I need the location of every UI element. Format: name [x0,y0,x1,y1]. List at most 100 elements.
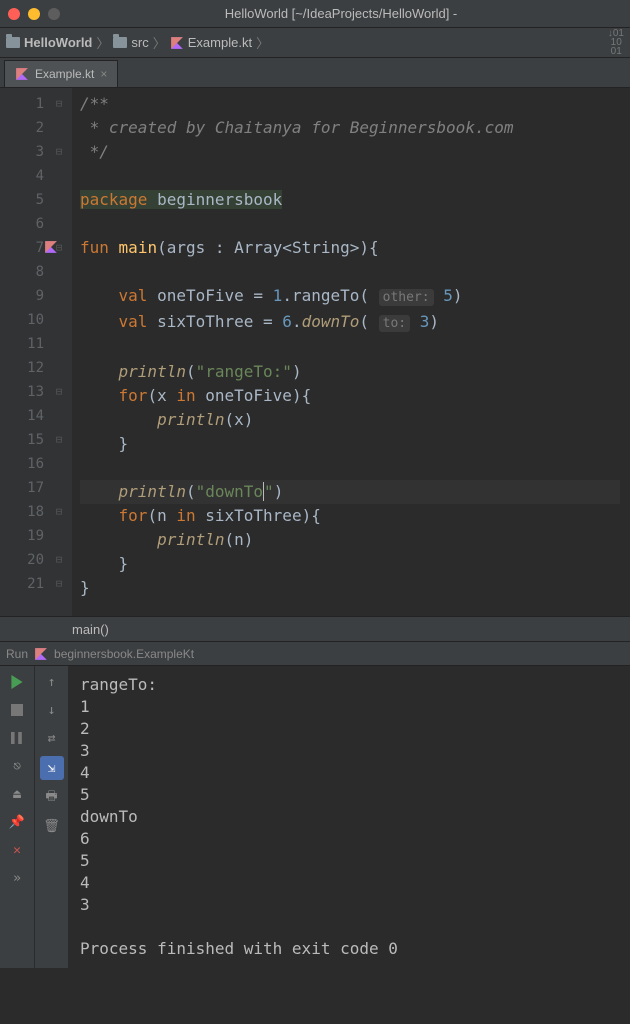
comment: */ [80,142,109,161]
code-text: (n) [225,530,254,549]
breadcrumb-project[interactable]: HelloWorld [6,35,92,50]
line-number: 21 [4,572,44,596]
close-run-button[interactable]: ✕ [7,840,27,860]
stop-button[interactable] [7,700,27,720]
line-number: 15 [4,428,44,452]
line-number: 6 [4,212,44,236]
function-call: println [119,482,186,501]
keyword: fun [80,238,109,257]
line-number: 11 [4,332,44,356]
number: 3 [420,312,430,331]
scroll-up-button[interactable]: ↑ [42,672,62,692]
code-text: } [119,554,129,573]
chevron-right-icon: 〉 [153,33,166,52]
line-number: 9 [4,284,44,308]
code-text: sixToThree = [147,312,282,331]
code-text: (x [147,386,176,405]
breadcrumb-folder[interactable]: src [113,35,148,50]
structure-context: main() [72,622,109,637]
folder-icon [113,37,127,48]
code-text: oneToFive = [147,286,272,305]
comment: /** [80,94,109,113]
string: "downTo [196,482,263,501]
fold-close-icon[interactable]: ⊟ [52,548,66,572]
structure-breadcrumb[interactable]: main() [0,616,630,642]
run-tool-header[interactable]: Run beginnersbook.ExampleKt [0,642,630,666]
tab-label: Example.kt [35,67,94,81]
pause-button[interactable] [7,728,27,748]
kotlin-file-icon [170,36,184,50]
exit-button[interactable]: ⏏ [7,784,27,804]
close-tab-icon[interactable]: × [100,67,107,81]
breadcrumb-file-label: Example.kt [188,35,252,50]
scroll-to-end-button[interactable]: ⇲ [40,756,64,780]
line-number: 3 [4,140,44,164]
code-editor[interactable]: 1 2 3 4 5 6 7 8 9 10 11 12 13 14 15 16 1… [0,88,630,616]
string: " [264,482,274,501]
run-config-name: beginnersbook.ExampleKt [54,647,194,661]
folder-icon [6,37,20,48]
code-text: (args : Array<String>){ [157,238,379,257]
window-controls [8,8,60,20]
code-area[interactable]: /** * created by Chaitanya for Beginners… [72,88,620,616]
keyword: for [119,506,148,525]
more-button[interactable]: » [7,868,27,888]
code-text: .rangeTo( [282,286,369,305]
chevron-right-icon: 〉 [96,33,109,52]
line-number: 4 [4,164,44,188]
fold-open-icon[interactable]: ⊟ [52,236,66,260]
fold-open-icon[interactable]: ⊟ [52,380,66,404]
code-text: } [80,578,90,597]
print-button[interactable]: 🖶 [42,788,62,808]
tab-example-kt[interactable]: Example.kt × [4,60,118,87]
line-number-gutter[interactable]: 1 2 3 4 5 6 7 8 9 10 11 12 13 14 15 16 1… [0,88,72,616]
parameter-hint: to: [379,315,410,332]
comment: * created by Chaitanya for Beginnersbook… [80,118,513,137]
run-tool-window: ⎋ ⏏ 📌 ✕ » ↑ ↓ ⇄ ⇲ 🖶 🗑 rangeTo: 1 2 3 4 5… [0,666,630,968]
code-text: (n [147,506,176,525]
number: 1 [273,286,283,305]
maximize-window-icon[interactable] [48,8,60,20]
function-name: main [119,238,158,257]
keyword: val [119,286,148,305]
code-text: ) [429,312,439,331]
code-text: (x) [225,410,254,429]
run-button[interactable] [7,672,27,692]
kotlin-file-icon [34,647,48,661]
fold-column: ⊟ ⊟ ⊟ ⊟ ⊟ ⊟ ⊟ ⊟ [52,92,66,596]
clear-button[interactable]: 🗑 [42,816,62,836]
code-text: ) [453,286,463,305]
fold-close-icon[interactable]: ⊟ [52,140,66,164]
keyword: in [176,386,195,405]
fold-open-icon[interactable]: ⊟ [52,92,66,116]
keyword: in [176,506,195,525]
dump-threads-button[interactable]: ⎋ [7,756,27,776]
breadcrumb-file[interactable]: Example.kt [170,35,252,50]
function-call: downTo [302,312,360,331]
soft-wrap-button[interactable]: ⇄ [42,728,62,748]
line-number: 14 [4,404,44,428]
minimize-window-icon[interactable] [28,8,40,20]
keyword: package [80,190,147,209]
pin-button[interactable]: 📌 [7,812,27,832]
fold-open-icon[interactable]: ⊟ [52,500,66,524]
number: 6 [282,312,292,331]
line-number: 10 [4,308,44,332]
code-text: sixToThree){ [196,506,321,525]
chevron-right-icon: 〉 [256,33,269,52]
editor-tabs: Example.kt × [0,58,630,88]
fold-close-icon[interactable]: ⊟ [52,572,66,596]
code-text: ( [359,312,369,331]
breadcrumb: HelloWorld 〉 src 〉 Example.kt 〉 ↓01 10 0… [0,28,630,58]
close-window-icon[interactable] [8,8,20,20]
console-output[interactable]: rangeTo: 1 2 3 4 5 downTo 6 5 4 3 Proces… [68,666,630,968]
line-number: 7 [4,236,44,260]
fold-close-icon[interactable]: ⊟ [52,428,66,452]
binary-toggle-icon[interactable]: ↓01 10 01 [608,29,624,56]
line-number: 8 [4,260,44,284]
line-number: 18 [4,500,44,524]
scroll-down-button[interactable]: ↓ [42,700,62,720]
run-toolbar-left: ⎋ ⏏ 📌 ✕ » [0,666,34,968]
line-number: 20 [4,548,44,572]
breadcrumb-folder-label: src [131,35,148,50]
